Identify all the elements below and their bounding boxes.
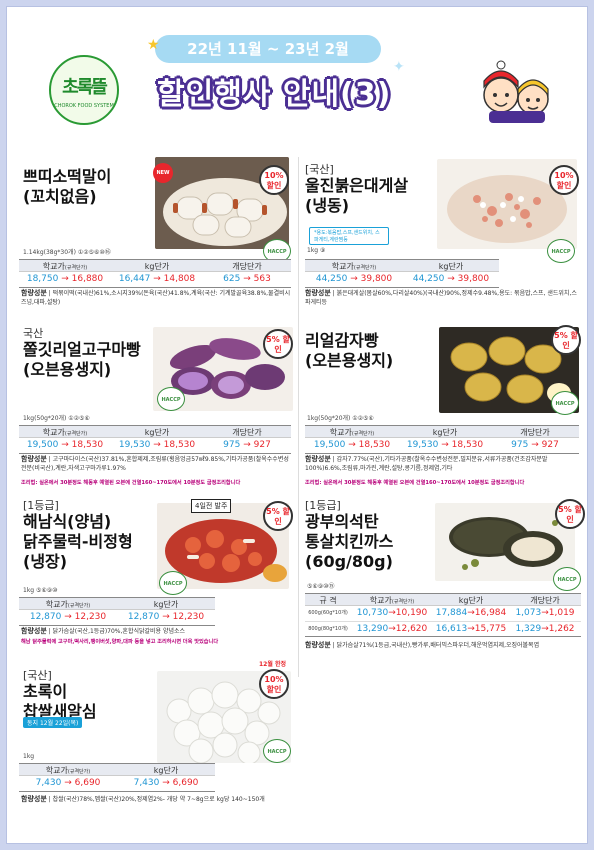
flyer-page: 초록뜰 CHOROK FOOD SYSTEM 22년 11월 ~ 23년 2월 …	[6, 6, 588, 844]
logo-subtext: CHOROK FOOD SYSTEM	[54, 103, 114, 109]
price-table: 학교가(규격단가) kg단가 7,430 → 6,690 7,430 → 6,6…	[19, 763, 215, 792]
col-header: 학교가(규격단가)	[369, 596, 415, 605]
kids-illustration-icon	[483, 60, 549, 123]
product-spec: 1kg ⑤⑥⑨⑩	[23, 587, 58, 594]
product-card: 리얼감자빵 (오븐용생지) 5% 할인 HACCP 1kg(50g*20개) ①…	[299, 317, 589, 492]
product-name: [국산] 울진붉은대게살 (냉동)	[305, 163, 409, 215]
ingredients: 함량성분 | 떡볶이떡(국내산)61%,소시지39%(돈육(국산)41.8%,계…	[21, 289, 291, 306]
product-name: [1등급] 광부의석탄 통살치킨까스 (60g/80g)	[305, 499, 394, 571]
price-table: 학교가(규격단가) kg단가 44,250 → 39,800 44,250 → …	[305, 259, 499, 288]
product-spec: 1kg(50g*20개) ①②⑤⑥	[307, 415, 374, 422]
col-header: 개당단가	[530, 596, 560, 605]
limited-label: 12월 한정	[259, 661, 286, 668]
logo-text: 초록뜰	[62, 77, 108, 98]
product-card: [국산] 초록이 찹쌀새알심 동지 12월 22일(목) 12월 한정 10% …	[7, 661, 297, 815]
price-row: 800g(80g*10개) 13,290→12,620 16,613→15,77…	[305, 621, 581, 636]
col-header: 학교가(규격단가)	[331, 262, 377, 271]
order-notice-tag: 4일전 발주	[191, 499, 232, 513]
price-row: 18,750 → 16,880 16,447 → 14,808 625 → 56…	[26, 274, 271, 284]
page-title: 할인행사 안내(3)	[157, 77, 392, 112]
price-table: 학교가(규격단가) kg단가 개당단가 18,750 → 16,880 16,4…	[19, 259, 291, 288]
cooking-note: 조리법: 실온에서 30분정도 해동후 예열된 오븐에 건열160~170도에서…	[305, 480, 525, 486]
discount-badge: 5% 할인	[263, 501, 293, 531]
discount-badge: 10% 할인	[549, 165, 579, 195]
cooking-note: 조리법: 실온에서 30분정도 해동후 예열된 오븐에 건열160~170도에서…	[21, 480, 241, 486]
price-row: 19,500 → 18,530 19,530 → 18,530 975 → 92…	[26, 440, 271, 450]
col-header: 학교가(규격단가)	[329, 428, 375, 437]
col-header: 학교가(규격단가)	[45, 600, 91, 609]
ingredients: 함량성분 | 고구마다이스(국산)37.81%,혼합제제,조림류(횡음엉금57㎖…	[21, 455, 289, 472]
haccp-mark: HACCP	[157, 387, 185, 411]
col-header: kg단가	[153, 600, 179, 609]
col-header: kg단가	[432, 428, 458, 437]
date-range-band: 22년 11월 ~ 23년 2월	[155, 35, 381, 63]
brand-logo: 초록뜰 CHOROK FOOD SYSTEM	[49, 55, 119, 125]
col-header: kg단가	[153, 766, 179, 775]
price-table: 학교가(규격단가) kg단가 개당단가 19,500 → 18,530 19,5…	[305, 425, 579, 454]
price-table: 규 격 학교가(규격단가) kg단가 개당단가 600g(60g*10개) 10…	[305, 593, 581, 637]
ingredients: 함량성분 | 찹쌀(국산)78%,멥쌀(국산)20%,정제염2%- 개당 약 7…	[21, 795, 265, 803]
product-card: 국산 쫄깃리얼고구마빵 (오븐용생지) 5% 할인 HACCP 1kg(50g*…	[7, 317, 297, 492]
discount-badge: 10% 할인	[259, 669, 289, 699]
ingredients: 함량성분 | 감자7.77%(국산),기타가공품(찰옥수수변성전분,밀지분유,서…	[305, 455, 548, 472]
col-header: kg단가	[144, 262, 170, 271]
product-name: 리얼감자빵 (오븐용생지)	[305, 331, 394, 370]
new-badge: NEW	[153, 163, 173, 183]
discount-badge: 5% 할인	[551, 325, 581, 355]
price-table: 학교가(규격단가) kg단가 12,870 → 12,230 12,870 → …	[19, 597, 215, 626]
col-header: 개당단가	[232, 428, 262, 437]
product-card: [1등급] 해남식(양념) 닭주물럭-비정형 (냉장) 4일전 발주 5% 할인…	[7, 495, 297, 655]
col-header: 학교가(규격단가)	[45, 766, 91, 775]
product-card: [1등급] 광부의석탄 통살치킨까스 (60g/80g) 5% 할인 HACCP…	[299, 495, 589, 655]
event-date-tag: 동지 12월 22일(목)	[23, 717, 83, 728]
discount-badge: 10% 할인	[259, 165, 289, 195]
price-row: 19,500 → 18,530 19,530 → 18,530 975 → 92…	[313, 440, 559, 450]
haccp-mark: HACCP	[553, 567, 581, 591]
haccp-mark: HACCP	[159, 571, 187, 595]
col-header: kg단가	[144, 428, 170, 437]
col-header: 개당단가	[232, 262, 262, 271]
product-spec: 1kg	[23, 753, 35, 760]
ingredients: 함량성분 | 붉은대게살(몸살60%,다리살40%)(국내산)90%,정제수9.…	[305, 289, 577, 306]
product-spec: 1.14kg(38g*30개) ①②⑤⑥⑩⑯	[23, 249, 111, 256]
product-spec: 1kg ⑨	[307, 247, 326, 254]
discount-badge: 5% 할인	[555, 499, 585, 529]
product-card: 쁘띠소떡말이 (꼬치없음) NEW 10% 할인 HACCP 1.14kg(38…	[7, 147, 297, 306]
price-row: 600g(60g*10개) 10,730→10,190 17,884→16,98…	[308, 608, 575, 618]
product-name: [국산] 초록이 찹쌀새알심	[23, 669, 97, 721]
header: 초록뜰 CHOROK FOOD SYSTEM 22년 11월 ~ 23년 2월 …	[7, 7, 589, 137]
cooking-note: 해남 닭주물럭에 고구마,떡사리,팽이버섯,양파,대파 등을 넣고 조리하시면 …	[21, 639, 219, 645]
price-row: 7,430 → 6,690 7,430 → 6,690	[35, 778, 199, 788]
col-header: 학교가(규격단가)	[42, 428, 88, 437]
haccp-mark: HACCP	[263, 739, 291, 763]
product-card: [국산] 울진붉은대게살 (냉동) *용도:볶음밥,스프,샌드위치, 스파게티,…	[299, 147, 589, 306]
haccp-mark: HACCP	[551, 391, 579, 415]
product-name: 국산 쫄깃리얼고구마빵 (오븐용생지)	[23, 327, 141, 379]
product-photo	[435, 503, 575, 581]
price-row: 44,250 → 39,800 44,250 → 39,800	[315, 274, 490, 284]
chicken-cutlet-image-icon	[435, 503, 575, 581]
col-header: 학교가(규격단가)	[42, 262, 88, 271]
ingredients: 함량성분 | 닭가슴살(국산,1등급)70%,혼합식닭갈비용 양념소스	[21, 627, 186, 635]
col-header: 규 격	[319, 596, 337, 605]
col-header: 개당단가	[520, 428, 550, 437]
col-header: kg단가	[458, 596, 484, 605]
star-icon: ✦	[393, 59, 405, 75]
star-icon: ★	[147, 37, 160, 53]
price-row: 12,870 → 12,230 12,870 → 12,230	[29, 612, 205, 622]
product-spec: 1kg(50g*20개) ①②⑤⑥	[23, 415, 90, 422]
col-header: kg단가	[438, 262, 464, 271]
price-table: 학교가(규격단가) kg단가 개당단가 19,500 → 18,530 19,5…	[19, 425, 291, 454]
product-spec: ⑤⑥⑨⑩⑮	[307, 583, 335, 590]
product-name: 쁘띠소떡말이 (꼬치없음)	[23, 167, 112, 206]
product-name: [1등급] 해남식(양념) 닭주물럭-비정형 (냉장)	[23, 499, 133, 571]
discount-badge: 5% 할인	[263, 329, 293, 359]
ingredients: 함량성분 | 닭가슴살71%(1등급,국내산),빵가루,배터믹스파우더,해운먹염…	[305, 641, 540, 649]
usage-tag: *용도:볶음밥,스프,샌드위치, 스파게티,계란찜등	[309, 227, 389, 245]
haccp-mark: HACCP	[547, 239, 575, 263]
